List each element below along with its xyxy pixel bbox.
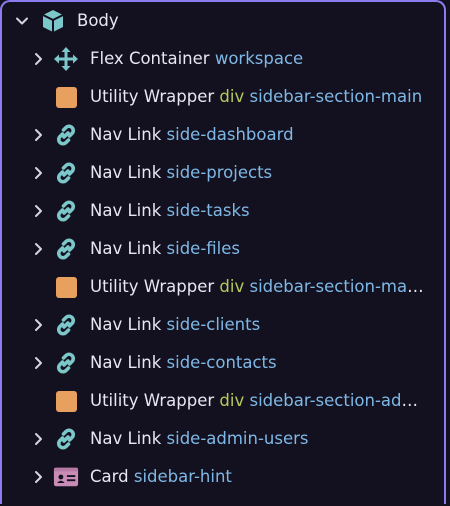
tree-item-label: Nav Link side-contacts [90,353,277,372]
chevron-right-icon[interactable] [28,163,48,183]
link-icon [53,236,79,262]
element-tag: div [219,277,245,296]
chevron-right-icon[interactable] [28,467,48,487]
tree-item-label: Nav Link side-projects [90,163,272,182]
link-icon [53,160,79,186]
tree-item-side-clients[interactable]: Nav Link side-clients [2,306,442,344]
element-class: side-contacts [166,353,277,372]
chevron-right-icon[interactable] [28,125,48,145]
element-class: side-files [166,239,241,258]
element-class: side-dashboard [166,125,294,144]
tree-item-sidebar-hint[interactable]: Card sidebar-hint [2,458,442,496]
link-icon [53,312,79,338]
element-type: Nav Link [90,315,162,334]
navigator-panel: Body Flex Container workspace Utility Wra… [0,0,446,504]
tree-item-label: Utility Wrapper div sidebar-section-main [90,87,422,106]
element-class: sidebar-hint [133,467,232,486]
tree-item-sidebar-section-manage[interactable]: Utility Wrapper div sidebar-section-mana… [2,268,442,306]
tree-item-label: Utility Wrapper div sidebar-section-admi… [90,391,425,410]
element-type: Nav Link [90,201,162,220]
tree-item-side-projects[interactable]: Nav Link side-projects [2,154,442,192]
element-type: Nav Link [90,163,162,182]
element-class: sidebar-section-manage [249,277,425,296]
element-class: sidebar-section-admin [249,391,425,410]
element-type: Nav Link [90,239,162,258]
chevron-right-icon[interactable] [28,49,48,69]
tree-root-label: Body [77,11,119,30]
element-type: Nav Link [90,429,162,448]
tree-item-side-files[interactable]: Nav Link side-files [2,230,442,268]
orange-square-icon [53,84,79,110]
element-class: side-projects [166,163,273,182]
element-type: Nav Link [90,125,162,144]
link-icon [53,350,79,376]
chevron-right-icon[interactable] [28,353,48,373]
tree-item-label: Utility Wrapper div sidebar-section-mana… [90,277,425,296]
tree-item-side-dashboard[interactable]: Nav Link side-dashboard [2,116,442,154]
element-class: workspace [214,49,304,68]
tree-item-workspace[interactable]: Flex Container workspace [2,40,442,78]
element-tag: div [219,391,245,410]
chevron-right-icon[interactable] [28,429,48,449]
element-type: Nav Link [90,353,162,372]
element-type: Utility Wrapper [90,391,215,410]
tree-item-label: Nav Link side-dashboard [90,125,294,144]
id-card-icon [53,464,79,490]
chevron-right-icon[interactable] [28,315,48,335]
move-arrows-icon [53,46,79,72]
orange-square-icon [53,388,79,414]
element-class: side-tasks [166,201,250,220]
tree-item-side-contacts[interactable]: Nav Link side-contacts [2,344,442,382]
tree-item-label: Nav Link side-admin-users [90,429,309,448]
element-class: sidebar-section-main [249,87,423,106]
link-icon [53,122,79,148]
tree-item-side-tasks[interactable]: Nav Link side-tasks [2,192,442,230]
tree-item-label: Nav Link side-tasks [90,201,250,220]
orange-square-icon [53,274,79,300]
link-icon [53,198,79,224]
chevron-down-icon[interactable] [12,11,32,31]
element-type: Utility Wrapper [90,87,215,106]
tree-item-label: Flex Container workspace [90,49,303,68]
element-type: Utility Wrapper [90,277,215,296]
tree-item-sidebar-section-admin[interactable]: Utility Wrapper div sidebar-section-admi… [2,382,442,420]
tree-item-side-admin-users[interactable]: Nav Link side-admin-users [2,420,442,458]
element-tag: div [219,87,245,106]
chevron-right-icon[interactable] [28,239,48,259]
cube-icon [40,8,66,34]
element-type: Flex Container [90,49,210,68]
element-class: side-clients [166,315,261,334]
tree-item-label: Nav Link side-clients [90,315,260,334]
tree-root-body[interactable]: Body [2,2,442,40]
element-type: Card [90,467,129,486]
tree-item-label: Card sidebar-hint [90,467,232,486]
tree-item-label: Nav Link side-files [90,239,240,258]
link-icon [53,426,79,452]
element-class: side-admin-users [166,429,309,448]
chevron-right-icon[interactable] [28,201,48,221]
tree-item-sidebar-section-main[interactable]: Utility Wrapper div sidebar-section-main [2,78,442,116]
